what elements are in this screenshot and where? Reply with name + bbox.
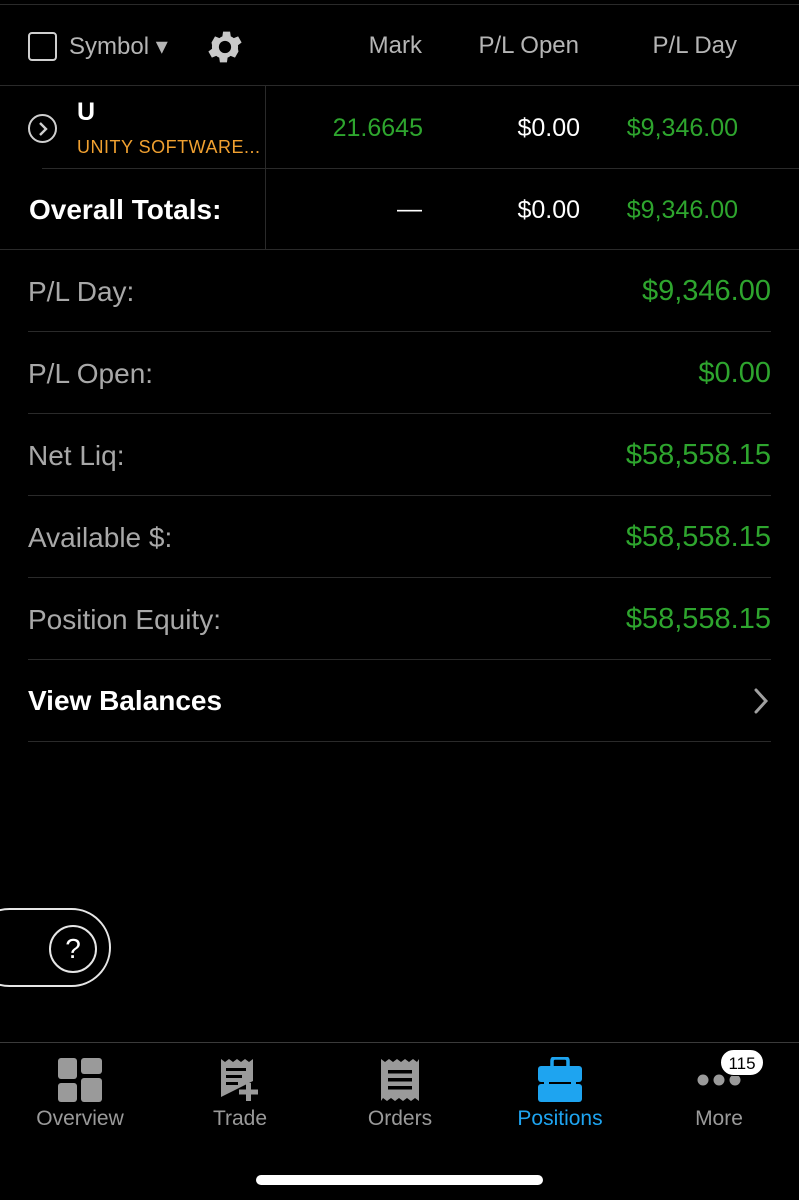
summary-value: $58,558.15 xyxy=(625,521,771,553)
totals-pl-open: $0.00 xyxy=(517,196,580,224)
home-indicator[interactable] xyxy=(256,1175,543,1185)
tab-orders[interactable]: Orders xyxy=(320,1043,480,1143)
symbol-sort-dropdown[interactable]: Symbol ▾ xyxy=(69,32,168,61)
orders-icon xyxy=(377,1057,423,1108)
tab-overview[interactable]: Overview xyxy=(0,1043,160,1143)
summary-row-pl-day: P/L Day: $9,346.00 xyxy=(28,250,771,332)
summary-value: $9,346.00 xyxy=(641,275,771,307)
position-description: UNITY SOFTWARE... xyxy=(77,137,261,157)
select-all-checkbox[interactable] xyxy=(28,32,57,61)
summary-label: P/L Open: xyxy=(28,358,154,389)
help-icon[interactable]: ? xyxy=(49,925,97,973)
view-balances-row[interactable]: View Balances xyxy=(28,660,771,742)
column-header-mark[interactable]: Mark xyxy=(369,32,422,60)
overview-icon xyxy=(57,1057,103,1108)
tab-more[interactable]: More xyxy=(639,1043,799,1143)
summary-label: Net Liq: xyxy=(28,440,125,471)
summary-row-pl-open: P/L Open: $0.00 xyxy=(28,332,771,414)
briefcase-icon xyxy=(536,1056,584,1108)
tab-label: Orders xyxy=(367,1107,433,1130)
overall-totals-label: Overall Totals: xyxy=(29,194,222,225)
gear-icon[interactable] xyxy=(204,26,246,68)
tab-label: Trade xyxy=(212,1107,268,1130)
positions-header: Symbol ▾ Mark P/L Open P/L Day xyxy=(0,5,799,86)
summary-label: P/L Day: xyxy=(28,276,135,307)
totals-pl-day: $9,346.00 xyxy=(626,196,738,224)
trade-icon xyxy=(217,1057,263,1108)
help-button[interactable]: ? xyxy=(0,908,111,987)
summary-row-available: Available $: $58,558.15 xyxy=(28,496,771,578)
summary-value: $58,558.15 xyxy=(625,603,771,635)
expand-chevron-icon[interactable] xyxy=(28,114,57,143)
column-header-pl-day[interactable]: P/L Day xyxy=(653,32,737,60)
summary-value: $58,558.15 xyxy=(625,439,771,471)
position-pl-day: $9,346.00 xyxy=(626,114,738,142)
summary-row-net-liq: Net Liq: $58,558.15 xyxy=(28,414,771,496)
chevron-right-icon[interactable] xyxy=(753,688,769,719)
tab-trade[interactable]: Trade xyxy=(160,1043,320,1143)
totals-mark: — xyxy=(397,195,422,223)
column-header-pl-open[interactable]: P/L Open xyxy=(478,32,579,60)
tab-label: Positions xyxy=(517,1107,603,1130)
summary-value: $0.00 xyxy=(698,357,771,389)
position-mark: 21.6645 xyxy=(332,114,423,142)
summary-label: Available $: xyxy=(28,522,173,553)
tab-label: More xyxy=(695,1107,743,1130)
tab-positions[interactable]: Positions xyxy=(480,1043,640,1143)
position-pl-open: $0.00 xyxy=(517,114,580,142)
summary-label: Position Equity: xyxy=(28,604,221,635)
more-notification-badge: 115 xyxy=(720,1049,764,1076)
summary-row-position-equity: Position Equity: $58,558.15 xyxy=(28,578,771,660)
view-balances-label[interactable]: View Balances xyxy=(28,685,222,717)
position-symbol[interactable]: U xyxy=(77,98,95,127)
row-divider xyxy=(42,168,799,169)
tab-label: Overview xyxy=(36,1107,124,1130)
